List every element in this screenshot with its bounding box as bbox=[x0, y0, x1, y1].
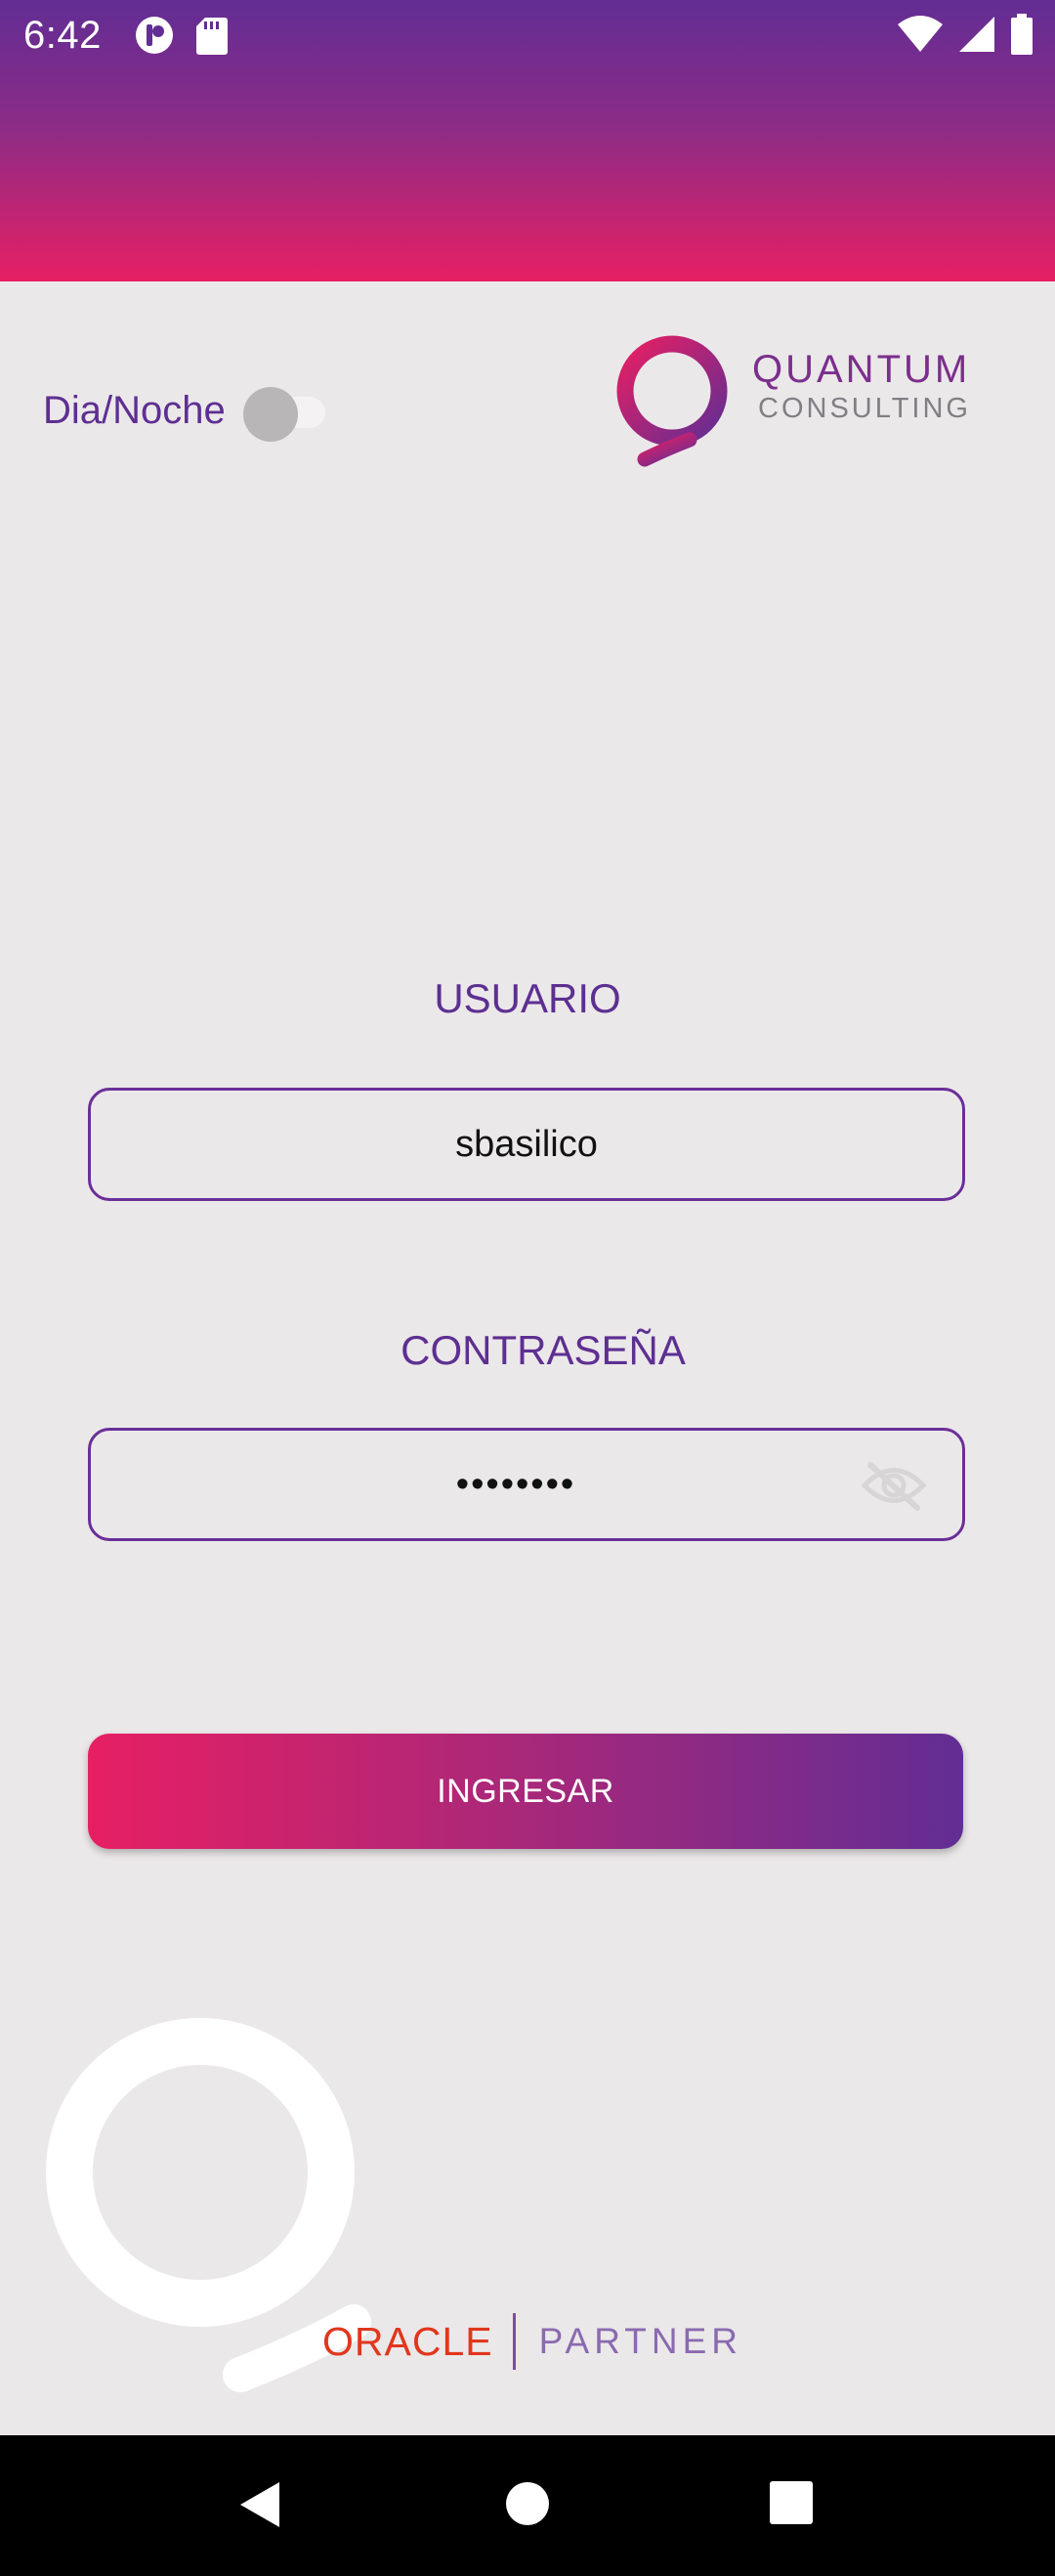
switch-thumb bbox=[242, 387, 298, 442]
theme-toggle-label: Dia/Noche bbox=[43, 388, 226, 432]
brand-subtitle: CONSULTING bbox=[758, 393, 971, 424]
status-left-icons bbox=[135, 16, 229, 55]
password-field[interactable]: •••••••• bbox=[88, 1428, 965, 1541]
toggle-password-visibility-icon[interactable] bbox=[861, 1459, 927, 1517]
home-icon[interactable] bbox=[504, 2480, 551, 2532]
sd-card-icon bbox=[195, 16, 229, 55]
theme-toggle-row: Dia/Noche bbox=[43, 379, 327, 442]
app-header: 6:42 bbox=[0, 0, 1055, 281]
back-icon[interactable] bbox=[236, 2478, 283, 2536]
signal-icon bbox=[957, 15, 996, 54]
status-time: 6:42 bbox=[23, 14, 102, 57]
partner-divider bbox=[512, 2313, 516, 2370]
password-masked-value[interactable]: •••••••• bbox=[91, 1431, 941, 1538]
system-nav-bar bbox=[0, 2435, 1055, 2576]
oracle-partner-logo: ORACLE PARTNER bbox=[322, 2312, 742, 2371]
notification-app-icon bbox=[135, 16, 174, 55]
password-label: CONTRASEÑA bbox=[401, 1327, 686, 1373]
partner-label: PARTNER bbox=[538, 2321, 742, 2361]
theme-toggle-switch[interactable] bbox=[233, 379, 327, 442]
brand-name: QUANTUM bbox=[752, 348, 971, 391]
username-field[interactable] bbox=[88, 1088, 965, 1201]
login-button[interactable]: INGRESAR bbox=[88, 1734, 963, 1849]
wifi-icon bbox=[897, 15, 944, 54]
status-right-icons bbox=[897, 14, 1034, 55]
battery-icon bbox=[1010, 14, 1034, 55]
recents-icon[interactable] bbox=[769, 2480, 814, 2530]
brand-logo: QUANTUM CONSULTING bbox=[615, 322, 977, 479]
oracle-brand: ORACLE bbox=[322, 2318, 493, 2364]
username-label: USUARIO bbox=[434, 975, 621, 1021]
username-input[interactable] bbox=[91, 1091, 962, 1198]
quantum-logo-icon bbox=[616, 335, 728, 467]
